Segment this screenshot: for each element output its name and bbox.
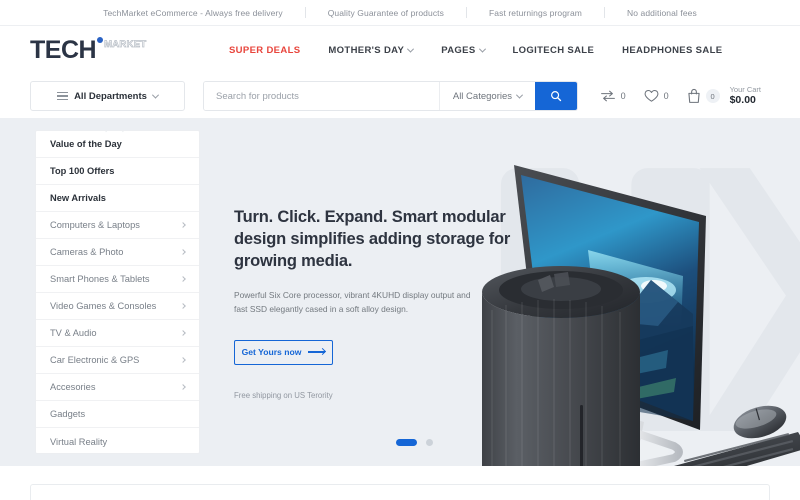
chevron-right-icon [180, 276, 186, 282]
sidebar-item-label: Cameras & Photo [50, 247, 124, 257]
nav-label: LOGITECH SALE [512, 44, 595, 56]
sidebar-item-video-games-consoles[interactable]: Video Games & Consoles [36, 293, 199, 320]
sidebar-item-label: Video Games & Consoles [50, 301, 157, 311]
nav-label: MOTHER'S DAY [328, 44, 405, 56]
sidebar-item-top-100-offers[interactable]: Top 100 Offers [36, 158, 199, 185]
heart-icon [644, 89, 659, 102]
nav-item-headphones-sale[interactable]: HEADPHONES SALE [608, 45, 736, 56]
sidebar-item-tv-audio[interactable]: TV & Audio [36, 320, 199, 347]
topbar-item-0: TechMarket eCommerce - Always free deliv… [103, 7, 283, 18]
chevron-down-icon [151, 91, 159, 99]
cart-item-count-badge: 0 [705, 89, 720, 103]
nav-item-mothers-day[interactable]: MOTHER'S DAY [314, 45, 427, 56]
category-sidebar: Value of the Day Top 100 Offers New Arri… [35, 130, 200, 454]
logo-primary-text: TECH [30, 35, 97, 64]
wishlist-button[interactable]: 0 [635, 89, 678, 103]
sidebar-item-cameras-photo[interactable]: Cameras & Photo [36, 239, 199, 266]
shopping-bag-icon [687, 88, 700, 103]
sidebar-item-gadgets[interactable]: Gadgets [36, 401, 199, 428]
get-yours-now-button[interactable]: Get Yours now [234, 339, 333, 365]
nav-item-pages[interactable]: PAGES [427, 45, 498, 56]
sidebar-item-accesories[interactable]: Accesories [36, 374, 199, 401]
sidebar-item-label: TV & Audio [50, 328, 97, 338]
chevron-right-icon [180, 249, 186, 255]
nav-label: HEADPHONES SALE [622, 44, 723, 56]
sidebar-item-label: Accesories [50, 382, 96, 392]
sidebar-item-label: Smart Phones & Tablets [50, 274, 150, 284]
hero-copy: Turn. Click. Expand. Smart modular desig… [228, 130, 528, 400]
arrow-right-icon [308, 351, 326, 353]
hero-slider: Turn. Click. Expand. Smart modular desig… [228, 130, 800, 466]
all-departments-label: All Departments [74, 90, 147, 102]
hero-cta-label: Get Yours now [241, 347, 302, 358]
sidebar-item-label: Value of the Day [50, 139, 122, 149]
chevron-right-icon [180, 384, 186, 390]
compare-icon [600, 90, 615, 102]
all-departments-button[interactable]: All Departments [30, 81, 185, 111]
chevron-right-icon [180, 330, 186, 336]
category-select[interactable]: All Categories [438, 82, 535, 110]
sidebar-item-label: Gadgets [50, 409, 86, 419]
chevron-down-icon [515, 91, 524, 99]
cart-total-amount: $0.00 [729, 94, 756, 107]
hero-subtitle: Powerful Six Core processor, vibrant 4KU… [234, 289, 471, 314]
wishlist-count: 0 [663, 91, 669, 101]
sidebar-item-virtual-reality[interactable]: Virtual Reality [36, 428, 199, 453]
search-icon [551, 91, 562, 102]
cart-label: Your Cart [729, 84, 761, 94]
sidebar-item-label: Computers & Laptops [50, 220, 140, 230]
topbar-item-3: No additional fees [627, 7, 697, 18]
hero-title: Turn. Click. Expand. Smart modular desig… [234, 208, 511, 270]
compare-count: 0 [620, 91, 626, 101]
cart-summary: Your Cart $0.00 [730, 85, 761, 108]
sidebar-item-computers-laptops[interactable]: Computers & Laptops [36, 212, 199, 239]
feature-card-placeholder [30, 484, 770, 500]
nav-label: SUPER DEALS [229, 44, 301, 56]
slider-dot-2[interactable] [426, 439, 433, 446]
chevron-right-icon [180, 303, 186, 309]
logo-secondary-text: MARKET [104, 38, 147, 50]
slider-dot-1[interactable] [396, 439, 417, 446]
nav-item-super-deals[interactable]: SUPER DEALS [215, 45, 314, 56]
top-announcement-bar: TechMarket eCommerce - Always free deliv… [0, 0, 800, 26]
sidebar-item-label: Car Electronic & GPS [50, 355, 140, 365]
below-hero-section [0, 466, 800, 500]
search-input[interactable] [204, 82, 439, 110]
category-select-label: All Categories [452, 90, 512, 102]
header-actions: 0 0 0 Your Cart $0.00 [591, 85, 770, 108]
logo-dot-icon [97, 36, 104, 43]
compare-button[interactable]: 0 [591, 89, 635, 103]
sidebar-item-value-of-the-day[interactable]: Value of the Day [36, 131, 199, 158]
site-header: TECH MARKET SUPER DEALS MOTHER'S DAY PAG… [0, 26, 800, 74]
sidebar-item-label: New Arrivals [50, 193, 106, 203]
search-submit-button[interactable] [535, 82, 577, 110]
topbar-item-1: Quality Guarantee of products [327, 7, 444, 18]
hero-shipping-note: Free shipping on US Terority [234, 390, 333, 400]
site-logo[interactable]: TECH MARKET [30, 35, 215, 64]
hero-section: Value of the Day Top 100 Offers New Arri… [0, 118, 800, 466]
cart-button[interactable]: 0 Your Cart $0.00 [678, 85, 770, 108]
search-row: All Departments All Categories 0 [0, 74, 800, 118]
main-navigation: SUPER DEALS MOTHER'S DAY PAGES LOGITECH … [215, 45, 770, 56]
hamburger-icon [57, 92, 69, 100]
chevron-down-icon [407, 45, 415, 53]
sidebar-item-label: Top 100 Offers [50, 166, 115, 176]
sidebar-item-label: Virtual Reality [50, 436, 108, 447]
chevron-right-icon [180, 357, 186, 363]
chevron-right-icon [180, 222, 186, 228]
topbar-item-2: Fast returnings program [488, 7, 582, 18]
search-bar: All Categories [203, 81, 578, 111]
sidebar-item-new-arrivals[interactable]: New Arrivals [36, 185, 199, 212]
chevron-down-icon [478, 45, 486, 53]
nav-label: PAGES [441, 44, 476, 56]
nav-item-logitech-sale[interactable]: LOGITECH SALE [499, 45, 609, 56]
sidebar-item-car-electronic-gps[interactable]: Car Electronic & GPS [36, 347, 199, 374]
sidebar-item-smart-phones-tablets[interactable]: Smart Phones & Tablets [36, 266, 199, 293]
slider-pagination [396, 439, 433, 446]
